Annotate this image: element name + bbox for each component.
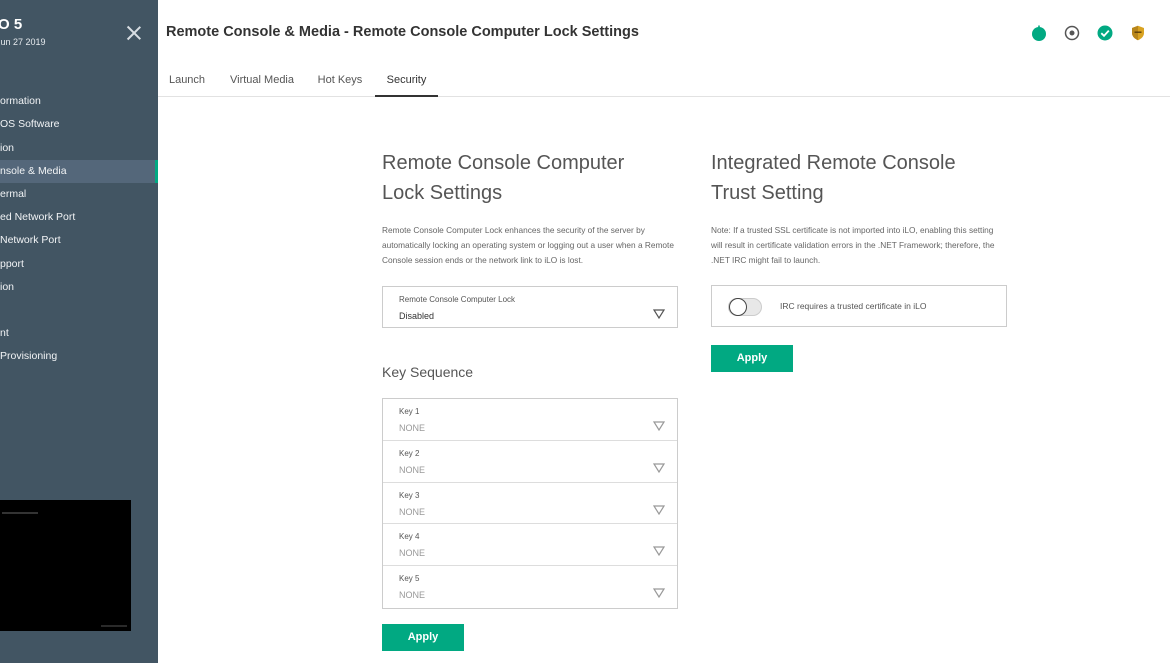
trust-setting-note: Note: If a trusted SSL certificate is no… [711, 225, 995, 265]
sidebar-title: O 5 [0, 16, 23, 33]
chevron-down-icon [653, 463, 665, 473]
key-label: Key 5 [399, 574, 420, 584]
key-value: NONE [399, 423, 426, 433]
sidebar-item-administration[interactable]: ion [0, 276, 158, 299]
trusted-certificate-setting: IRC requires a trusted certificate in iL… [711, 285, 1007, 327]
sidebar-item-label: nt [0, 327, 9, 340]
key-1-select[interactable]: Key 1 NONE [383, 399, 677, 441]
computer-lock-label: Remote Console Computer Lock [399, 295, 516, 304]
key-label: Key 1 [399, 407, 420, 416]
sidebar-item-intelligent-provisioning[interactable]: Provisioning [0, 345, 158, 368]
page-title: Remote Console & Media - Remote Console … [166, 24, 639, 40]
key-label: Key 2 [399, 448, 420, 458]
thumbnail-text-line [101, 625, 127, 627]
key-3-select[interactable]: Key 3 NONE [383, 482, 677, 525]
sidebar-item-support[interactable]: pport [0, 253, 158, 276]
uid-icon[interactable] [1064, 25, 1080, 41]
sidebar-item-thermal[interactable]: ermal [0, 183, 158, 206]
key-value: NONE [399, 506, 426, 517]
key-sequence-heading: Key Sequence [382, 364, 474, 380]
trust-setting-heading: Integrated Remote Console Trust Setting [711, 152, 956, 204]
power-icon[interactable] [1031, 25, 1047, 41]
sidebar-item-label: nsole & Media [0, 164, 67, 177]
sidebar-item-label: Network Port [0, 234, 61, 247]
trust-setting-section: Integrated Remote Console Trust Setting … [711, 148, 1007, 268]
chevron-down-icon [653, 504, 665, 515]
sidebar: O 5 Jun 27 2019 ormation OS Software ion… [0, 0, 158, 663]
sidebar-item-label: ion [0, 280, 15, 293]
close-icon[interactable] [126, 25, 142, 41]
tab-security[interactable]: Security [375, 62, 438, 97]
sidebar-item-remote-console-media[interactable]: nsole & Media [0, 159, 158, 184]
sidebar-item-label: Provisioning [0, 350, 58, 363]
key-label: Key 4 [399, 532, 420, 542]
lock-settings-section: Remote Console Computer Lock Settings Re… [382, 148, 678, 268]
key-sequence-group: Key 1 NONE Key 2 NONE Key 3 NONE Key 4 N… [382, 398, 678, 609]
lock-settings-description: Remote Console Computer Lock enhances th… [382, 225, 674, 265]
toggle-knob [729, 298, 747, 316]
trusted-certificate-label: IRC requires a trusted certificate in iL… [780, 301, 927, 311]
health-ok-icon[interactable] [1097, 25, 1113, 41]
chevron-down-icon [653, 588, 665, 599]
sidebar-subtitle: Jun 27 2019 [0, 37, 46, 47]
sidebar-item-information[interactable]: ormation [0, 90, 158, 113]
key-2-select[interactable]: Key 2 NONE [383, 440, 677, 483]
sidebar-item-label: pport [0, 257, 24, 270]
key-value: NONE [399, 548, 426, 559]
sidebar-item-management[interactable]: nt [0, 322, 158, 345]
security-shield-icon[interactable] [1130, 25, 1146, 41]
sidebar-item-shared-network-port[interactable]: Network Port [0, 229, 158, 252]
chevron-down-icon [653, 546, 665, 557]
chevron-down-icon [653, 421, 665, 431]
sidebar-item[interactable] [0, 299, 158, 322]
sidebar-item-label: ion [0, 141, 15, 154]
key-5-select[interactable]: Key 5 NONE [383, 566, 677, 608]
sidebar-item-label: ermal [0, 187, 27, 200]
sidebar-item-dedicated-network-port[interactable]: ed Network Port [0, 206, 158, 229]
lock-settings-heading: Remote Console Computer Lock Settings [382, 152, 625, 204]
tab-launch[interactable]: Launch [166, 62, 208, 97]
sidebar-item-label: OS Software [0, 118, 60, 131]
tab-hot-keys[interactable]: Hot Keys [317, 62, 363, 97]
trusted-certificate-toggle[interactable] [728, 298, 762, 316]
sidebar-item-label: ormation [0, 95, 41, 108]
key-value: NONE [399, 464, 426, 475]
sidebar-item-firmware-os-software[interactable]: OS Software [0, 113, 158, 136]
chevron-down-icon [653, 309, 665, 319]
lock-apply-button[interactable]: Apply [382, 624, 464, 651]
computer-lock-value: Disabled [399, 311, 435, 321]
sidebar-item-label: ed Network Port [0, 211, 76, 224]
remote-console-thumbnail[interactable] [0, 500, 131, 631]
header: Remote Console & Media - Remote Console … [158, 0, 1170, 97]
tab-virtual-media[interactable]: Virtual Media [228, 62, 296, 97]
key-4-select[interactable]: Key 4 NONE [383, 524, 677, 567]
thumbnail-text-line [2, 512, 38, 514]
key-value: NONE [399, 590, 426, 601]
sidebar-item[interactable] [0, 67, 158, 90]
computer-lock-select[interactable]: Remote Console Computer Lock Disabled [382, 286, 678, 328]
trust-apply-button[interactable]: Apply [711, 345, 793, 372]
sidebar-nav: ormation OS Software ion nsole & Media e… [0, 67, 158, 368]
key-label: Key 3 [399, 490, 420, 500]
sidebar-item-configuration[interactable]: ion [0, 137, 158, 160]
